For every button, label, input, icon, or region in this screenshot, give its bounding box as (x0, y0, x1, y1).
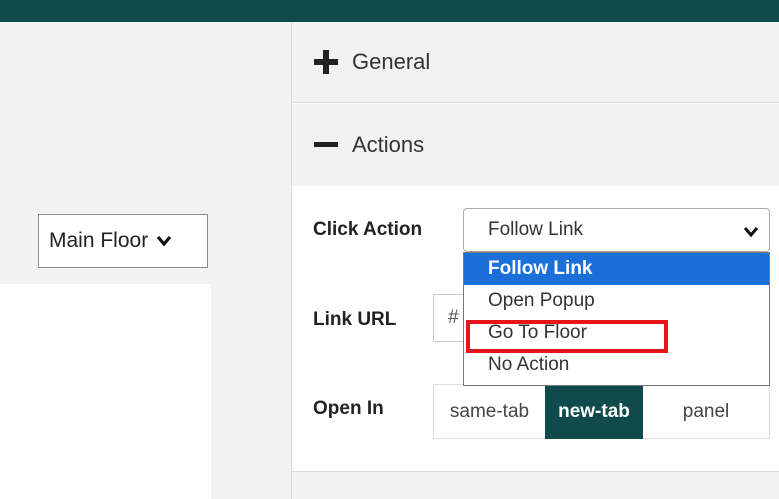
click-action-dropdown: Follow Link Open Popup Go To Floor No Ac… (463, 252, 770, 386)
section-general-label: General (352, 49, 431, 74)
open-in-label: Open In (313, 398, 384, 419)
section-actions-label: Actions (352, 132, 425, 157)
canvas-area (0, 284, 211, 499)
link-url-label: Link URL (313, 309, 397, 330)
properties-panel: General Actions Click Action Follow Link… (291, 22, 779, 499)
link-url-value: # (448, 307, 459, 328)
section-actions-header[interactable]: Actions (292, 104, 779, 186)
next-section-header (292, 472, 779, 499)
minus-icon (314, 133, 338, 157)
option-go-to-floor[interactable]: Go To Floor (464, 317, 769, 349)
panel-gutter (211, 22, 291, 499)
floor-select[interactable]: Main Floor (38, 214, 208, 268)
click-action-label: Click Action (313, 219, 423, 240)
open-in-panel[interactable]: panel (643, 384, 770, 439)
option-open-popup[interactable]: Open Popup (464, 285, 769, 317)
click-action-select[interactable]: Follow Link (463, 208, 770, 252)
open-in-new-tab[interactable]: new-tab (545, 384, 643, 439)
floor-select-value: Main Floor (49, 229, 149, 252)
chevron-down-icon (156, 235, 172, 247)
chevron-down-icon (743, 222, 759, 244)
option-no-action[interactable]: No Action (464, 349, 769, 381)
click-action-value: Follow Link (488, 219, 584, 240)
plus-icon (314, 50, 338, 74)
option-follow-link[interactable]: Follow Link (464, 253, 769, 285)
section-general-header[interactable]: General (292, 22, 779, 103)
open-in-same-tab[interactable]: same-tab (433, 384, 545, 439)
top-bar (0, 0, 779, 22)
